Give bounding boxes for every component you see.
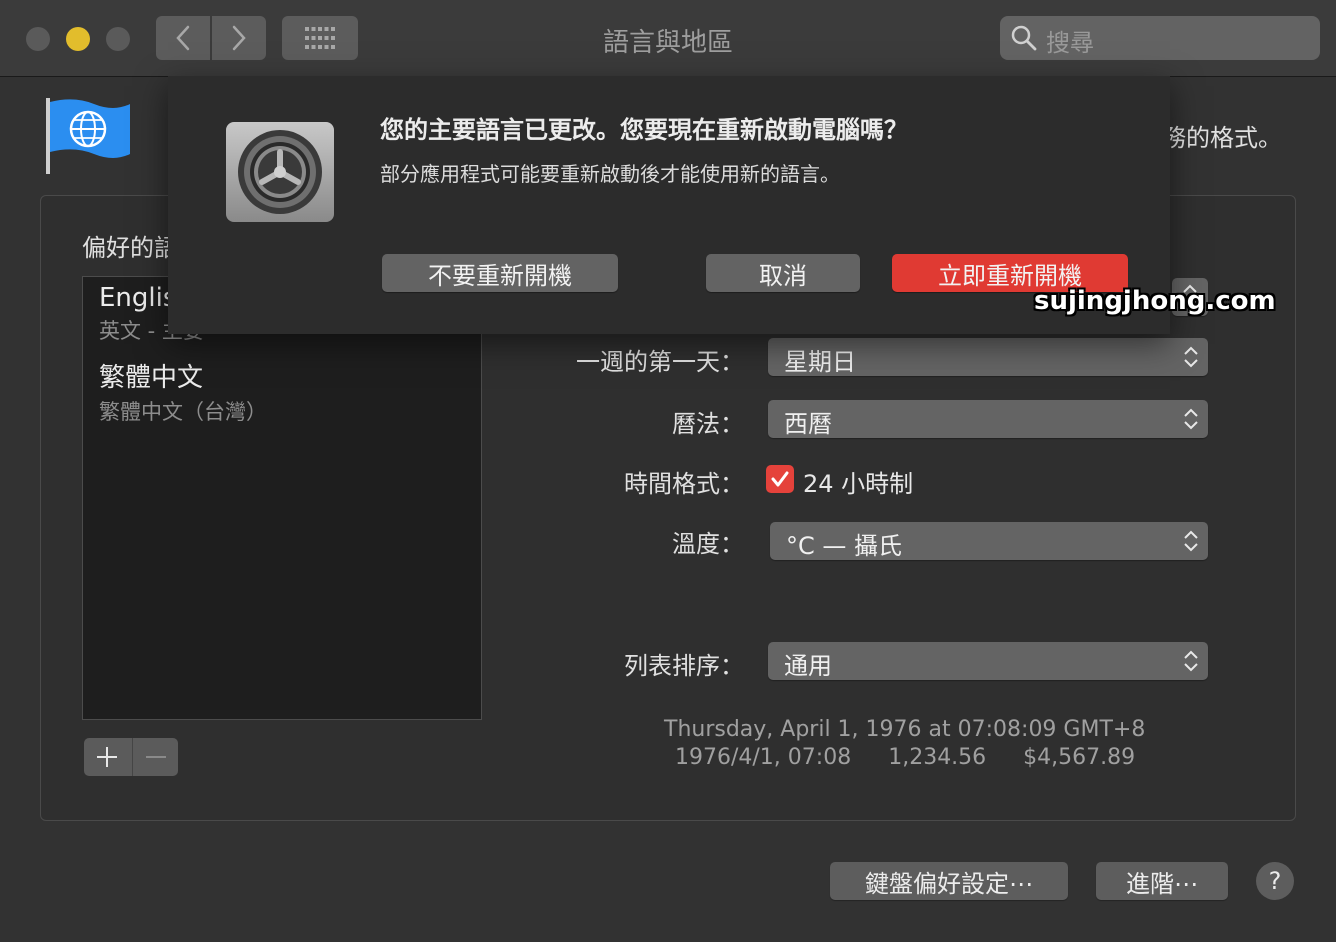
calendar-label: 曆法：: [672, 410, 744, 438]
list-item-traditional-chinese[interactable]: 繁體中文 繁體中文（台灣）: [99, 357, 267, 426]
updown-arrows-icon: [1184, 650, 1198, 672]
restart-dialog: 您的主要語言已更改。您要現在重新啟動電腦嗎？ 部分應用程式可能要重新啟動後才能使…: [168, 76, 1170, 334]
format-samples: 1976/4/1, 07:08 1,234.56 $4,567.89: [675, 745, 1165, 770]
system-preferences-gear-icon: [224, 120, 336, 228]
add-remove-control: [84, 738, 178, 776]
temperature-value: °C — 攝氏: [786, 532, 903, 560]
updown-arrows-icon: [1184, 346, 1198, 368]
language-name: 繁體中文: [99, 363, 204, 393]
dont-restart-button[interactable]: 不要重新開機: [382, 254, 618, 292]
language-list[interactable]: Englis 英文 - 主要 繁體中文 繁體中文（台灣）: [82, 276, 482, 720]
dialog-message: 部分應用程式可能要重新啟動後才能使用新的語言。: [380, 162, 840, 186]
first-day-label: 一週的第一天：: [576, 348, 744, 376]
cancel-button[interactable]: 取消: [706, 254, 860, 292]
date-sample-short: 1976/4/1, 07:08: [675, 745, 852, 770]
date-sample-long: Thursday, April 1, 1976 at 07:08:09 GMT+…: [664, 717, 1146, 742]
preferred-languages-title: 偏好的語: [82, 234, 178, 262]
search-icon: [1011, 25, 1037, 51]
updown-arrows-icon: [1184, 530, 1198, 552]
title-bar: 語言與地區 搜尋: [0, 0, 1336, 77]
watermark: sujingjhong.com: [1034, 286, 1276, 316]
calendar-popup[interactable]: 西曆: [768, 400, 1208, 438]
updown-arrows-icon: [1184, 408, 1198, 430]
advanced-button[interactable]: 進階⋯: [1096, 862, 1228, 900]
first-day-popup[interactable]: 星期日: [768, 338, 1208, 376]
list-sort-value: 通用: [784, 652, 832, 680]
number-sample: 1,234.56: [888, 745, 987, 770]
currency-sample: $4,567.89: [1023, 745, 1136, 770]
search-field[interactable]: 搜尋: [1000, 16, 1320, 60]
list-sort-popup[interactable]: 通用: [768, 642, 1208, 680]
remove-language-button[interactable]: [132, 738, 179, 776]
calendar-value: 西曆: [784, 410, 832, 438]
time-format-label: 時間格式：: [624, 470, 744, 498]
24-hour-checkbox[interactable]: [766, 465, 794, 493]
help-button[interactable]: ?: [1256, 862, 1294, 900]
24-hour-label[interactable]: 24 小時制: [803, 464, 913, 499]
dialog-title: 您的主要語言已更改。您要現在重新啟動電腦嗎？: [380, 116, 908, 144]
header-description: 務的格式。: [1162, 124, 1282, 152]
add-language-button[interactable]: [84, 738, 130, 776]
checkmark-icon: [771, 471, 789, 487]
language-subtitle: 繁體中文（台灣）: [99, 400, 267, 424]
globe-flag-icon: [44, 98, 134, 178]
keyboard-preferences-button[interactable]: 鍵盤偏好設定⋯: [830, 862, 1068, 900]
search-placeholder: 搜尋: [1046, 29, 1094, 57]
minus-icon: [146, 756, 166, 758]
plus-icon: [97, 747, 117, 767]
first-day-value: 星期日: [784, 348, 856, 376]
temperature-label: 溫度：: [672, 530, 744, 558]
temperature-popup[interactable]: °C — 攝氏: [770, 522, 1208, 560]
list-sort-label: 列表排序：: [624, 652, 744, 680]
